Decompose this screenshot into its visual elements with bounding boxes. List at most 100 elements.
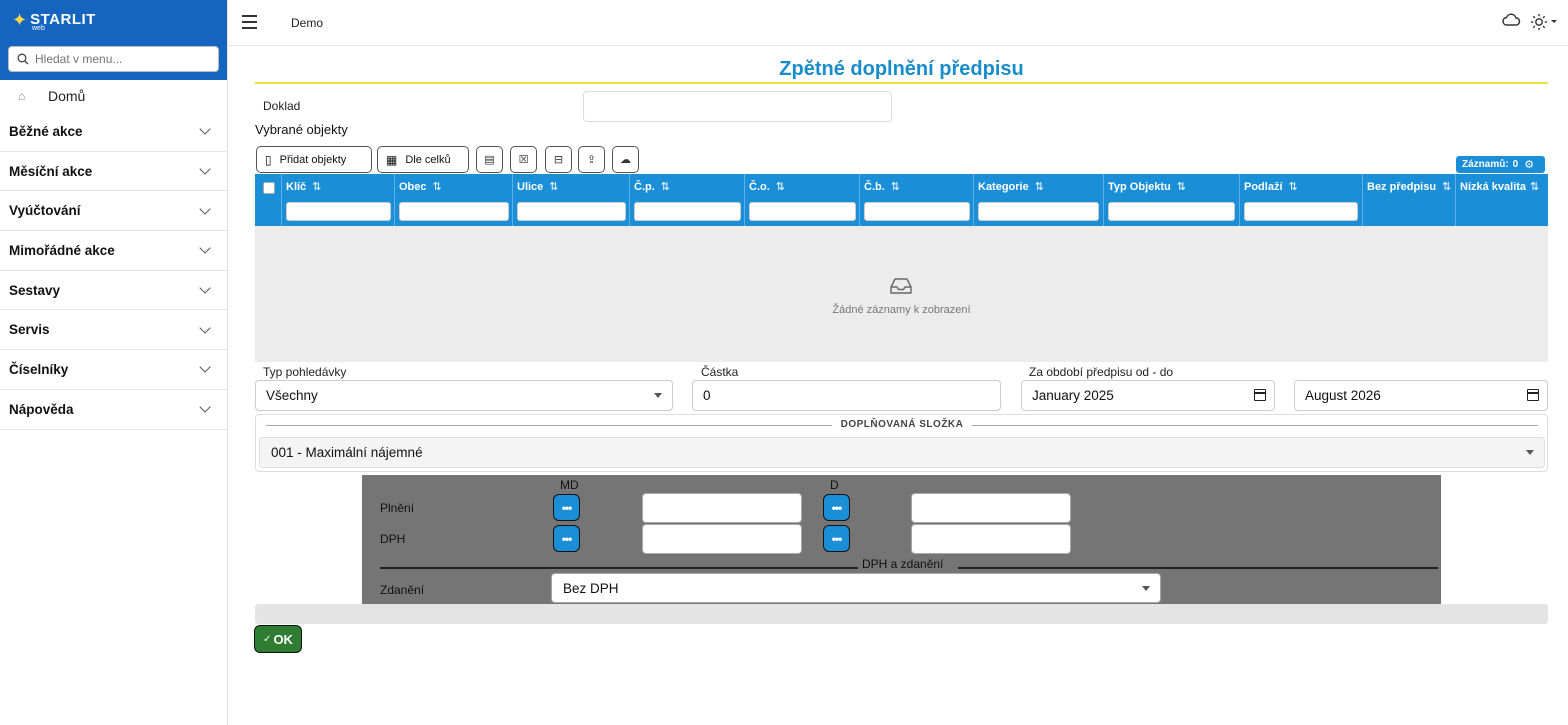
ok-label: OK <box>273 631 293 647</box>
filter-input-cp[interactable] <box>634 202 741 221</box>
select-all-column <box>255 174 282 226</box>
sort-icon[interactable]: ⇅ <box>661 181 670 193</box>
sidebar-item-home[interactable]: ⌂ Domů <box>0 80 227 112</box>
ok-button[interactable]: ✓ OK <box>254 625 302 653</box>
filter-input-typ-objektu[interactable] <box>1108 202 1235 221</box>
sort-icon[interactable]: ⇅ <box>549 181 558 193</box>
sidebar-item-vyuctovani[interactable]: Vyúčtování <box>0 191 227 232</box>
filter-input-podlazi[interactable] <box>1244 202 1358 221</box>
accounts-panel: MD D Plnění ••• ••• DPH ••• ••• DPH a zd… <box>362 475 1441 604</box>
filter-input-klic[interactable] <box>286 202 391 221</box>
sidebar-item-mimoradne-akce[interactable]: Mimořádné akce <box>0 231 227 271</box>
column-co[interactable]: Č.o. ⇅ <box>745 174 860 226</box>
zdaneni-label: Zdanění <box>380 583 425 597</box>
by-units-button[interactable]: ▦ Dle celků <box>377 146 469 173</box>
menu-search-box[interactable] <box>8 46 219 72</box>
sort-icon[interactable]: ⇅ <box>312 181 321 193</box>
calendar-icon[interactable] <box>1254 389 1266 401</box>
by-units-label: Dle celků <box>405 153 451 166</box>
select-all-checkbox[interactable] <box>263 182 275 194</box>
sidebar-item-sestavy[interactable]: Sestavy <box>0 271 227 311</box>
typ-pohledavky-select[interactable]: Všechny <box>255 380 673 411</box>
chevron-down-icon <box>199 203 211 215</box>
dph-md-picker-button[interactable]: ••• <box>553 525 580 552</box>
upload-icon: ⇪ <box>586 154 597 166</box>
doklad-input[interactable] <box>583 91 892 122</box>
sort-icon[interactable]: ⇅ <box>1442 181 1451 193</box>
sidebar-item-label: Měsíční akce <box>9 163 93 179</box>
column-bez-predpisu[interactable]: Bez předpisu ⇅ <box>1363 174 1456 226</box>
upload-button[interactable]: ⇪ <box>578 146 605 173</box>
sort-icon[interactable]: ⇅ <box>1289 181 1298 193</box>
chevron-down-icon <box>199 322 211 334</box>
column-ulice[interactable]: Ulice ⇅ <box>513 174 630 226</box>
dph-d-input[interactable] <box>911 524 1071 554</box>
obdobi-do-input[interactable]: August 2026 <box>1294 380 1548 411</box>
zdaneni-select[interactable]: Bez DPH <box>551 573 1161 603</box>
sidebar-item-servis[interactable]: Servis <box>0 310 227 351</box>
chevron-down-icon <box>199 401 211 413</box>
sort-icon[interactable]: ⇅ <box>1177 181 1186 193</box>
filter-input-co[interactable] <box>749 202 856 221</box>
filter-input-cb[interactable] <box>864 202 970 221</box>
column-kategorie[interactable]: Kategorie ⇅ <box>974 174 1104 226</box>
plneni-d-picker-button[interactable]: ••• <box>823 494 850 521</box>
filter-input-kategorie[interactable] <box>978 202 1099 221</box>
column-cb[interactable]: Č.b. ⇅ <box>860 174 974 226</box>
add-objects-label: Přidat objekty <box>279 153 347 166</box>
castka-input[interactable]: 0 <box>692 380 1001 411</box>
d-label: D <box>830 478 839 492</box>
column-podlazi[interactable]: Podlaží ⇅ <box>1240 174 1363 226</box>
brand-logo[interactable]: ✦ STARLIT web <box>0 0 227 39</box>
chevron-down-icon <box>199 361 211 374</box>
column-label: Bez předpisu <box>1367 181 1437 193</box>
sort-icon[interactable]: ⇅ <box>433 181 442 193</box>
calendar-icon[interactable] <box>1527 389 1539 401</box>
document-button[interactable]: ▤ <box>476 146 503 173</box>
sidebar-item-label: Nápověda <box>9 401 74 417</box>
cloud-icon[interactable] <box>1501 12 1521 28</box>
caret-down-icon <box>1526 450 1534 455</box>
minus-button[interactable]: ⊟ <box>545 146 572 173</box>
plneni-d-input[interactable] <box>911 493 1071 523</box>
column-label: Ulice <box>517 181 544 193</box>
filter-input-obec[interactable] <box>399 202 509 221</box>
plneni-md-picker-button[interactable]: ••• <box>553 494 580 521</box>
sort-icon[interactable]: ⇅ <box>776 181 785 193</box>
cloud-download-button[interactable]: ☁ <box>612 146 639 173</box>
records-count-badge[interactable]: Záznamů: 0 ⚙ <box>1456 156 1545 173</box>
column-typ-objektu[interactable]: Typ Objektu ⇅ <box>1104 174 1240 226</box>
column-cp[interactable]: Č.p. ⇅ <box>630 174 745 226</box>
add-objects-button[interactable]: ▯ Přidat objekty <box>256 146 372 173</box>
filter-input-ulice[interactable] <box>517 202 626 221</box>
sort-icon[interactable]: ⇅ <box>1035 181 1044 193</box>
hamburger-menu-icon[interactable] <box>242 15 257 33</box>
sidebar-item-label: Servis <box>9 322 50 338</box>
column-obec[interactable]: Obec ⇅ <box>395 174 513 226</box>
sidebar-item-bezne-akce[interactable]: Běžné akce <box>0 112 227 152</box>
dph-d-picker-button[interactable]: ••• <box>823 525 850 552</box>
divider <box>266 425 832 426</box>
dph-md-input[interactable] <box>642 524 802 554</box>
sort-icon[interactable]: ⇅ <box>1530 181 1539 193</box>
sidebar-item-mesicni-akce[interactable]: Měsíční akce <box>0 152 227 192</box>
sidebar-item-label: Sestavy <box>9 282 61 298</box>
remove-button[interactable]: ☒ <box>510 146 537 173</box>
doplnovana-select[interactable]: 001 - Maximální nájemné <box>259 437 1545 468</box>
plneni-md-input[interactable] <box>642 493 802 523</box>
chevron-down-icon <box>199 123 211 136</box>
sidebar-item-ciselniky[interactable]: Číselníky <box>0 350 227 390</box>
obdobi-do-value: August 2026 <box>1305 388 1381 403</box>
column-nizka-kvalita[interactable]: Nízká kvalita ⇅ <box>1456 174 1548 226</box>
brand-sub: web <box>32 25 45 32</box>
grid-header: Klíč ⇅ Obec ⇅ Ulice ⇅ Č.p. ⇅ Č.o. ⇅ Č.b. ⇅ Kat… <box>255 174 1548 226</box>
sort-icon[interactable]: ⇅ <box>891 181 900 193</box>
column-klic[interactable]: Klíč ⇅ <box>282 174 395 226</box>
theme-toggle-icon[interactable] <box>1531 13 1559 31</box>
sidebar-item-napoveda[interactable]: Nápověda <box>0 390 227 430</box>
menu-search-input[interactable] <box>33 51 213 67</box>
obdobi-od-input[interactable]: January 2025 <box>1021 380 1275 411</box>
gear-icon[interactable]: ⚙ <box>1524 158 1534 171</box>
selected-objects-title: Vybrané objekty <box>255 122 348 137</box>
typ-pohledavky-label: Typ pohledávky <box>263 365 347 379</box>
